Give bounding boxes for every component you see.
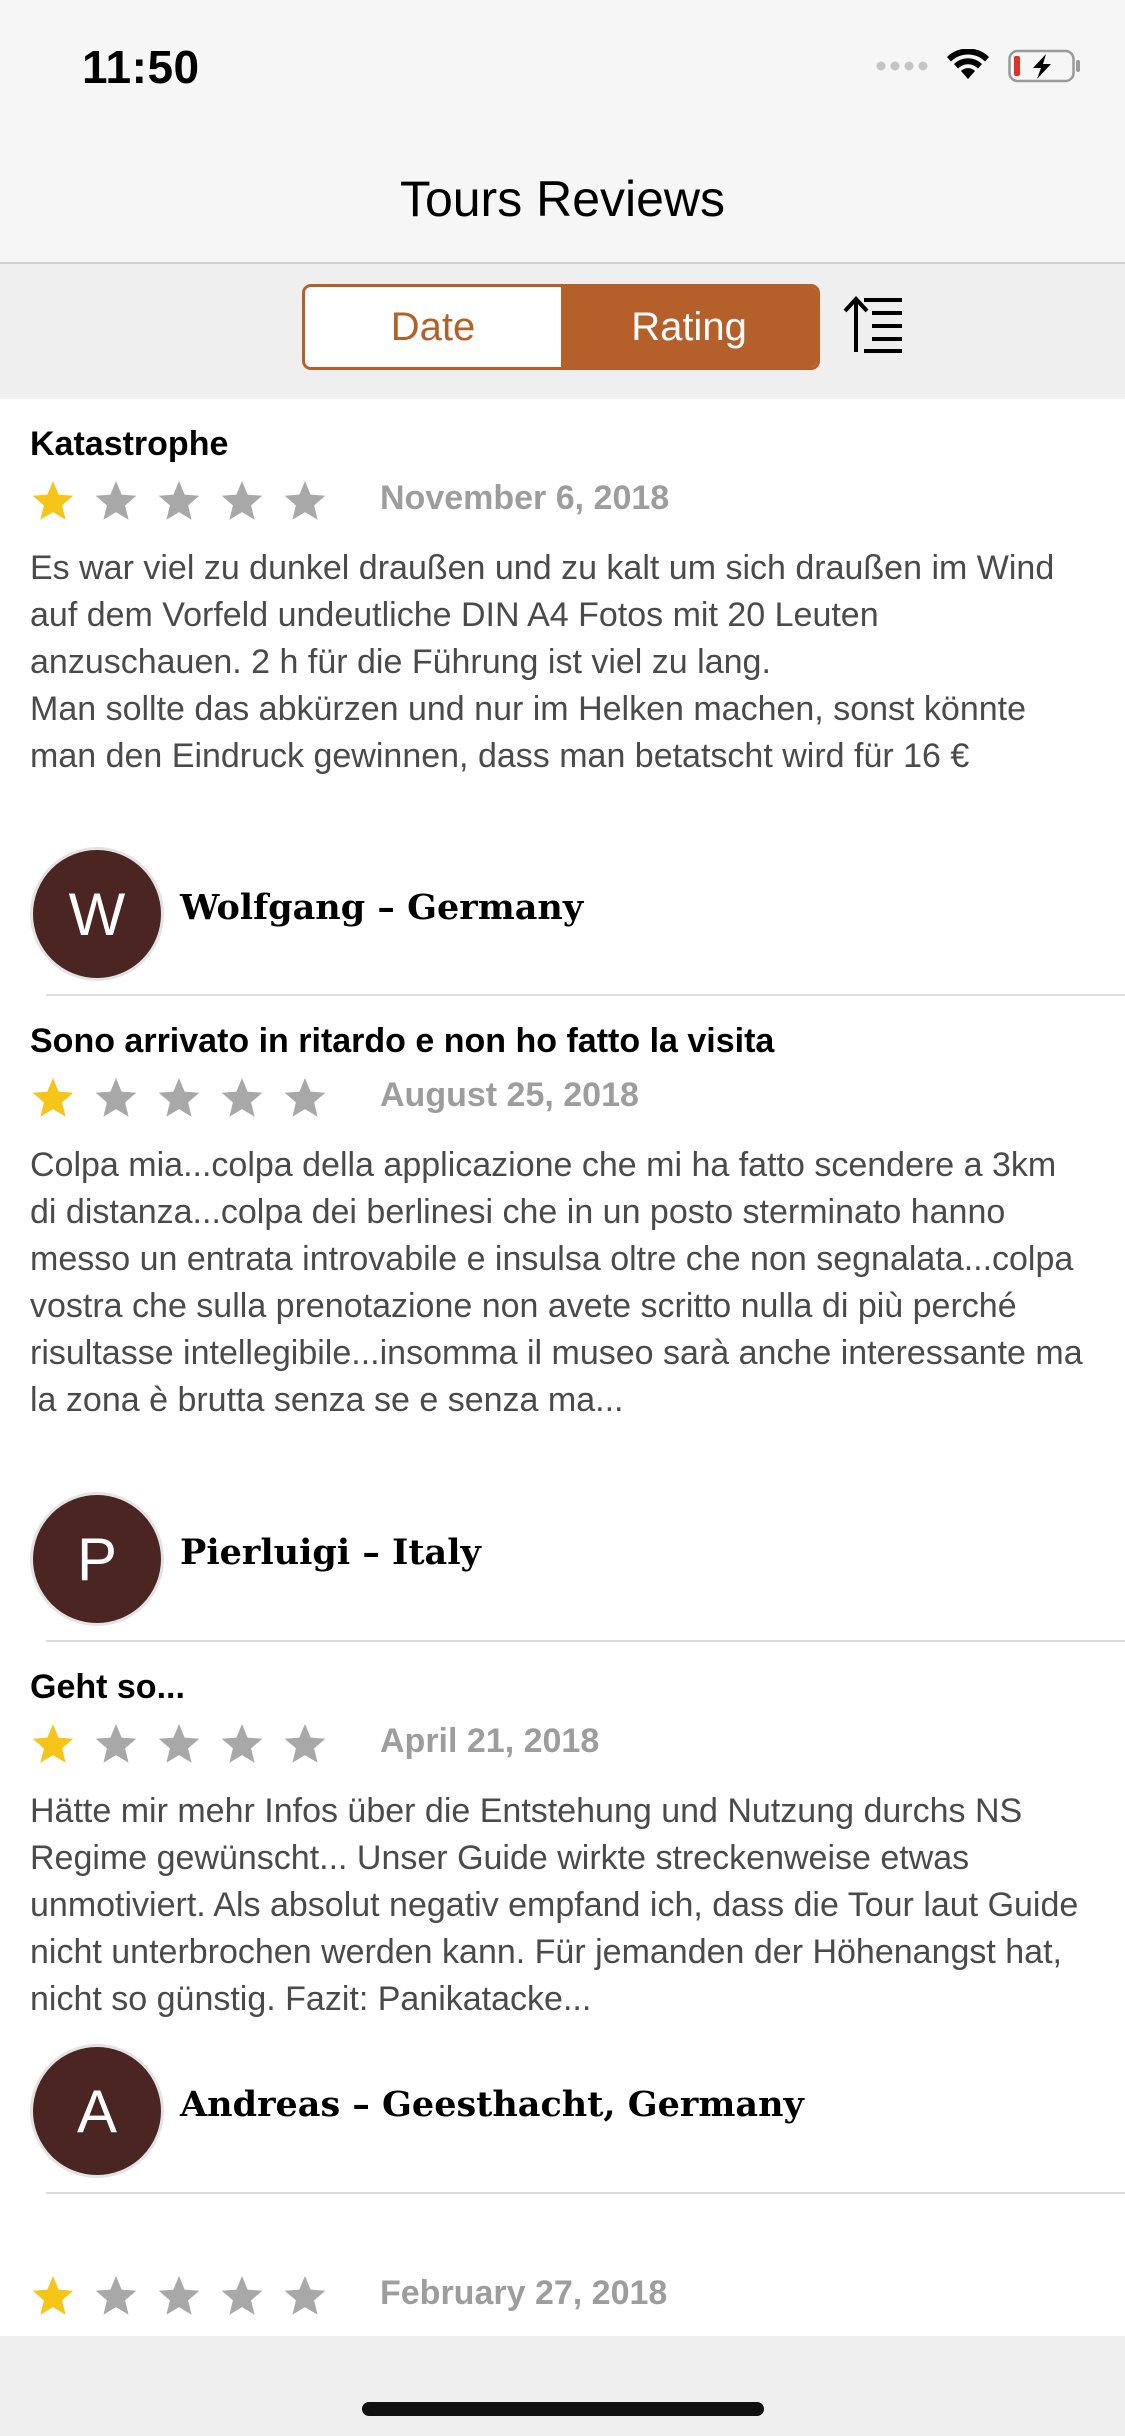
review-author: Pierluigi – Italy <box>180 1532 481 1573</box>
star-empty-icon <box>93 1076 139 1120</box>
home-indicator[interactable] <box>362 2402 764 2416</box>
star-empty-icon <box>93 479 139 523</box>
home-indicator-area <box>0 2336 1125 2436</box>
review-author: Wolfgang – Germany <box>180 887 584 928</box>
star-empty-icon <box>156 479 202 523</box>
star-rating <box>30 2274 328 2318</box>
battery-low-charging-icon <box>1008 49 1082 88</box>
star-empty-icon <box>93 2274 139 2318</box>
star-filled-icon <box>30 1722 76 1766</box>
review-title: Geht so... <box>30 1668 185 1706</box>
sort-ascending-icon <box>842 296 906 358</box>
sort-segmented-control: Date Rating <box>302 284 820 370</box>
status-bar: 11:50 <box>0 0 1125 132</box>
sort-toolbar: Date Rating <box>0 264 1125 399</box>
review-card[interactable]: Sono arrivato in ritardo e non ho fatto … <box>0 996 1125 1642</box>
review-card[interactable]: Katastrophe November 6, 2018 Es war viel… <box>0 399 1125 996</box>
star-filled-icon <box>30 2274 76 2318</box>
star-empty-icon <box>282 1076 328 1120</box>
status-time: 11:50 <box>82 41 200 93</box>
review-date: February 27, 2018 <box>380 2274 668 2312</box>
star-empty-icon <box>219 479 265 523</box>
star-empty-icon <box>282 2274 328 2318</box>
review-body: Colpa mia...colpa della applicazione che… <box>30 1146 1093 1419</box>
star-empty-icon <box>156 2274 202 2318</box>
sort-order-button[interactable] <box>842 294 906 354</box>
reviews-list[interactable]: Katastrophe November 6, 2018 Es war viel… <box>0 399 1125 2394</box>
star-rating <box>30 1722 328 1766</box>
segment-rating[interactable]: Rating <box>561 287 817 367</box>
star-filled-icon <box>30 1076 76 1120</box>
star-filled-icon <box>30 479 76 523</box>
review-body: Hätte mir mehr Infos über die Entstehung… <box>30 1792 1088 2018</box>
star-empty-icon <box>219 1076 265 1120</box>
avatar: P <box>30 1492 164 1626</box>
star-rating <box>30 1076 328 1120</box>
star-empty-icon <box>156 1722 202 1766</box>
star-empty-icon <box>156 1076 202 1120</box>
review-body: Es war viel zu dunkel draußen und zu kal… <box>30 549 1055 775</box>
avatar: A <box>30 2044 164 2178</box>
star-empty-icon <box>282 479 328 523</box>
segment-date[interactable]: Date <box>305 287 561 367</box>
star-empty-icon <box>93 1722 139 1766</box>
review-author: Andreas – Geesthacht, Germany <box>180 2084 804 2125</box>
review-date: November 6, 2018 <box>380 479 670 517</box>
wifi-icon <box>946 47 990 88</box>
navigation-bar: Tours Reviews <box>0 132 1125 264</box>
star-rating <box>30 479 328 523</box>
star-empty-icon <box>219 1722 265 1766</box>
review-title: Katastrophe <box>30 425 229 463</box>
star-empty-icon <box>219 2274 265 2318</box>
review-title: Sono arrivato in ritardo e non ho fatto … <box>30 1022 775 1060</box>
page-title: Tours Reviews <box>399 171 726 227</box>
cellular-signal-icon <box>876 59 928 78</box>
review-date: April 21, 2018 <box>380 1722 600 1760</box>
review-card[interactable]: Geht so... April 21, 2018 Hätte mir mehr… <box>0 1642 1125 2194</box>
avatar: W <box>30 847 164 981</box>
review-date: August 25, 2018 <box>380 1076 639 1114</box>
star-empty-icon <box>282 1722 328 1766</box>
status-icons <box>876 47 1082 88</box>
